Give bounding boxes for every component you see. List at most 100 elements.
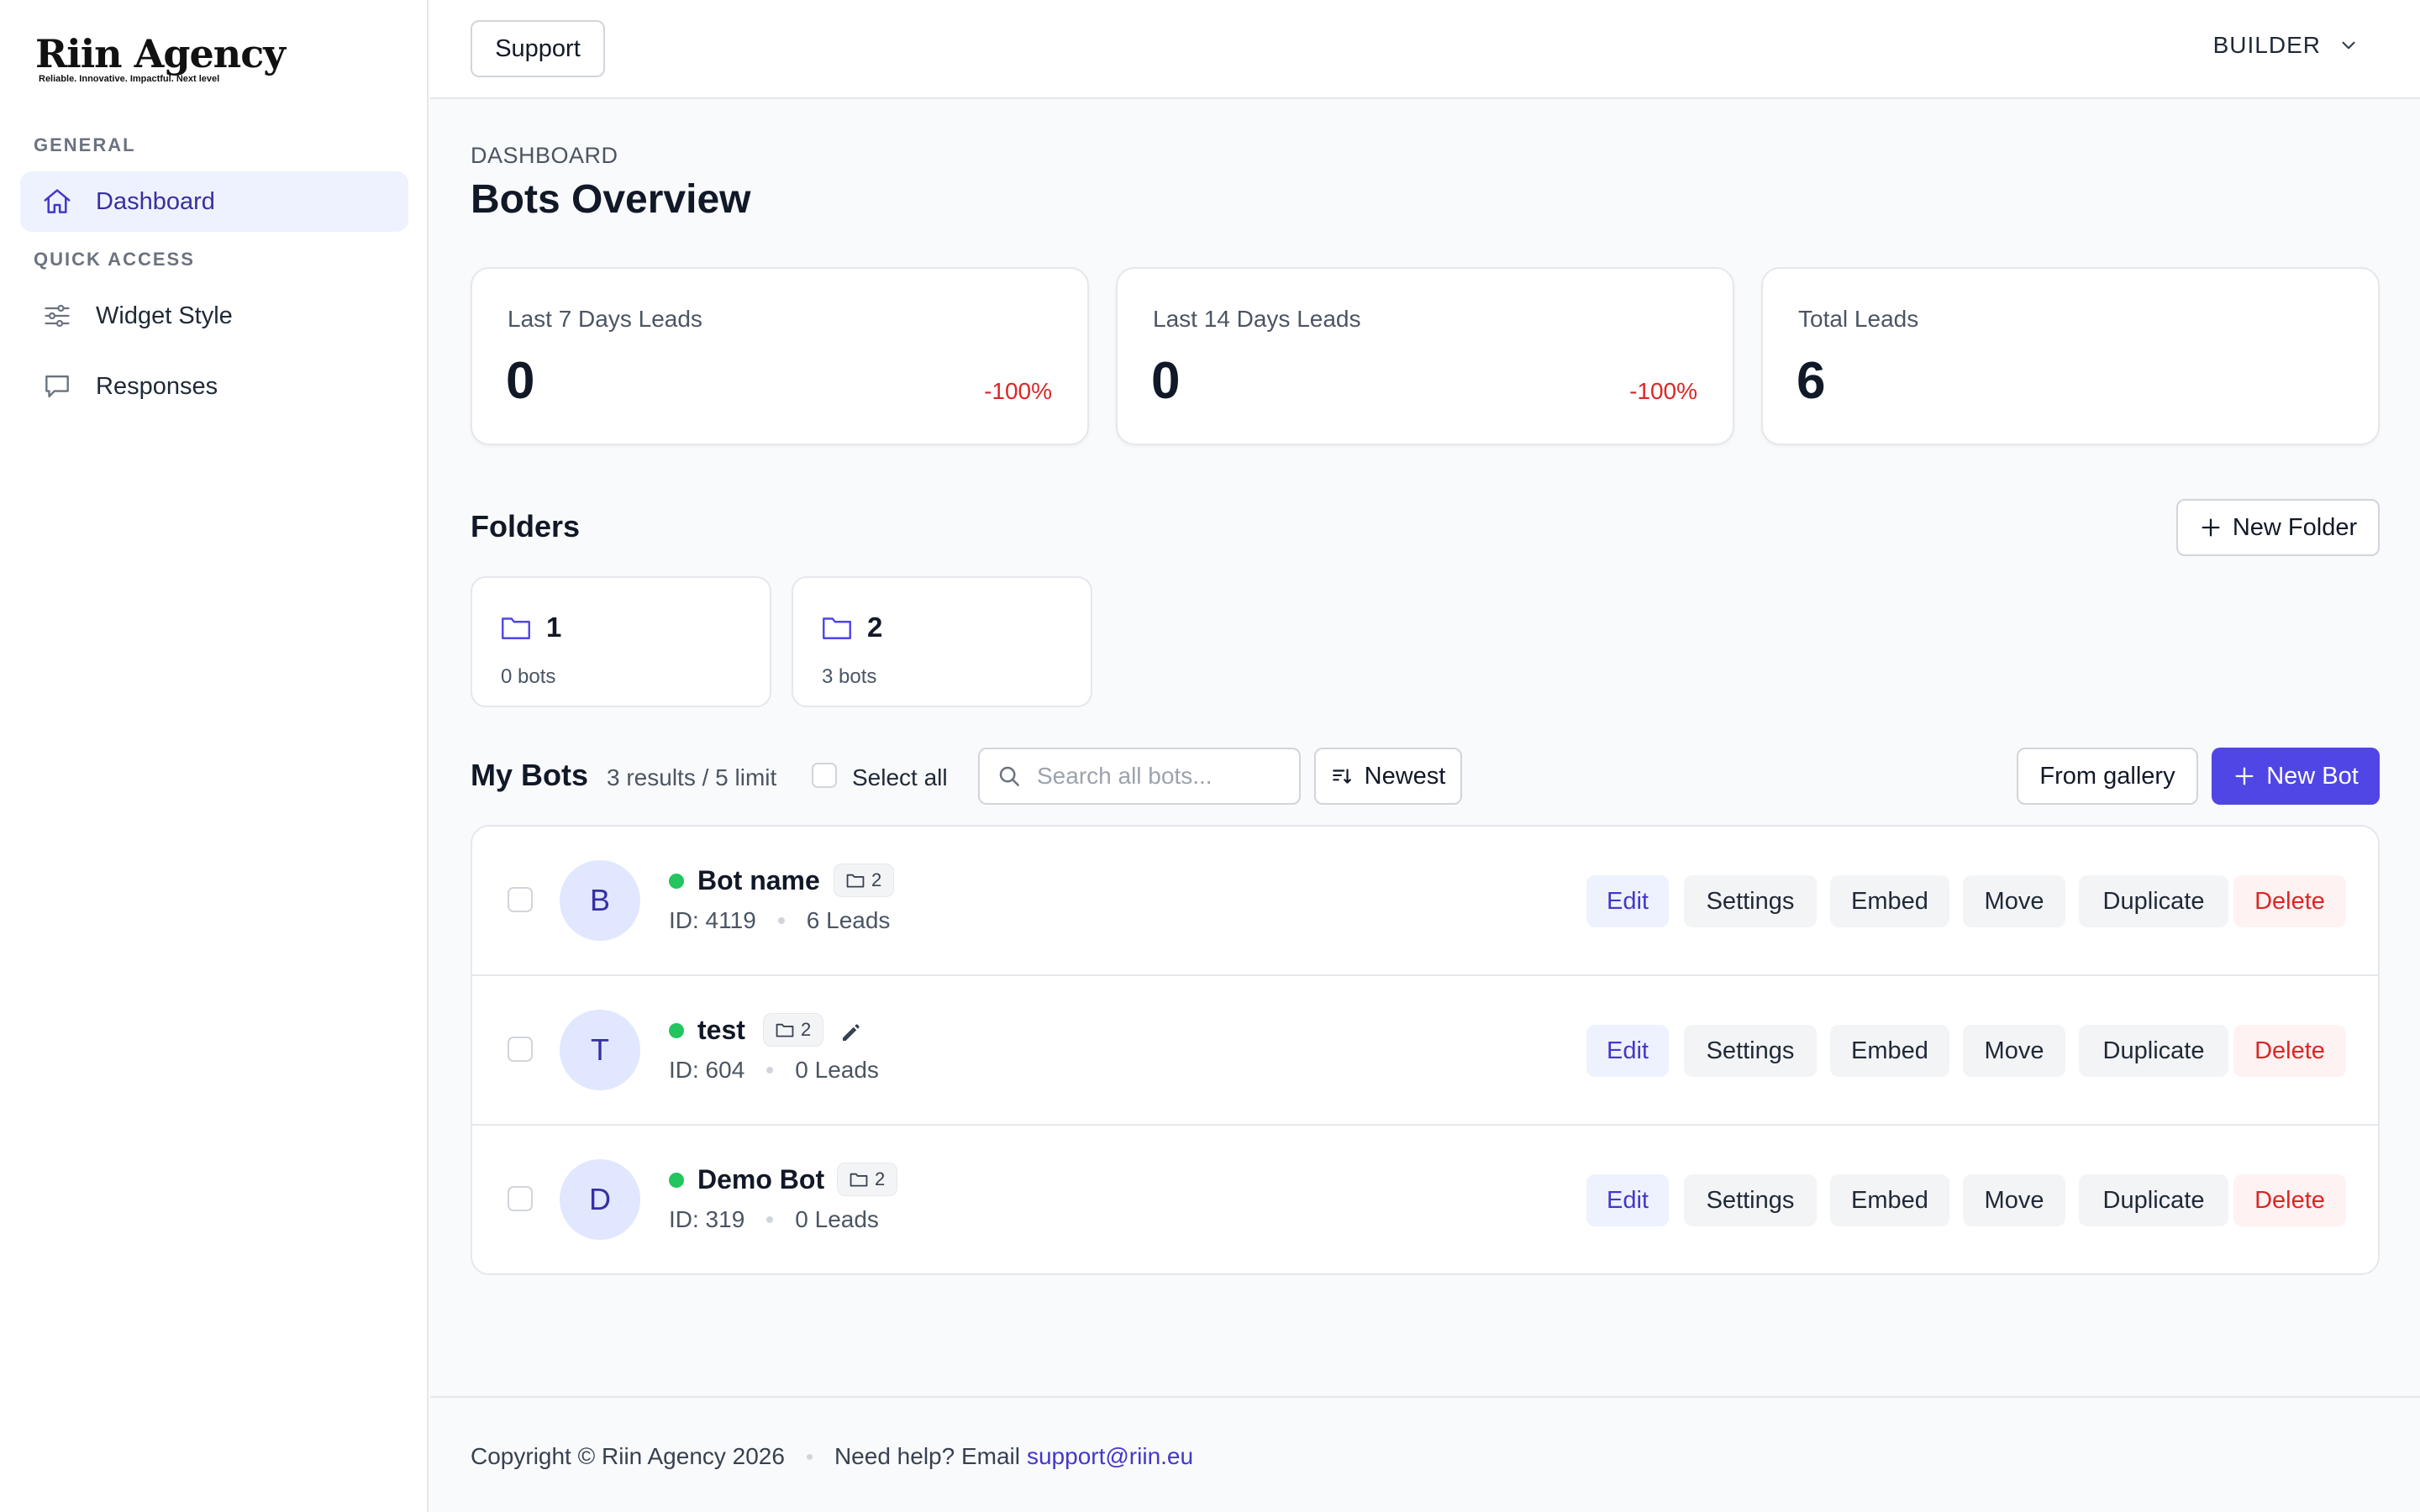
bot-row: D Demo Bot 2 ID: 319 0 Leads Edit Settin… [472,1126,2378,1273]
move-button[interactable]: Move [1963,1174,2065,1226]
stat-change: -100% [984,378,1052,404]
my-bots-title: My Bots [471,758,589,792]
bot-id: ID: 604 [669,1057,745,1083]
move-button[interactable]: Move [1963,875,2065,927]
chevron-down-icon [2321,34,2360,56]
bot-list: B Bot name 2 ID: 4119 6 Leads Edit Setti… [471,825,2380,1275]
sidebar-item-widget-style[interactable]: Widget Style [20,286,408,346]
sort-button[interactable]: Newest [1314,748,1462,805]
folder-icon [501,615,531,640]
edit-button[interactable]: Edit [1586,1025,1669,1077]
folder-icon [850,1172,875,1187]
duplicate-button[interactable]: Duplicate [2079,1174,2228,1226]
results-count: 3 results / 5 limit [607,764,777,790]
stat-label: Last 14 Days Leads [1153,306,1361,332]
plus-icon [2233,764,2256,788]
new-bot-button[interactable]: New Bot [2212,748,2380,805]
bot-name: test [697,1015,745,1045]
support-button[interactable]: Support [471,20,605,77]
sidebar-item-dashboard[interactable]: Dashboard [20,171,408,232]
bot-row: B Bot name 2 ID: 4119 6 Leads Edit Setti… [472,827,2378,976]
duplicate-button[interactable]: Duplicate [2079,1025,2228,1077]
sidebar-item-label: Responses [96,372,218,400]
delete-button[interactable]: Delete [2233,1174,2346,1226]
separator-dot [777,917,785,924]
stat-card-last-7-days: Last 7 Days Leads 0 -100% [471,267,1089,445]
bot-row: T test 2 ID: 604 0 Leads Edit Settings E… [472,976,2378,1126]
bot-meta: ID: 4119 6 Leads [669,907,890,934]
folder-badge-label: 2 [871,869,882,890]
search-input[interactable] [1037,763,1289,790]
stat-change: -100% [1629,378,1697,404]
chat-bubble-icon [40,370,74,403]
new-folder-label: New Folder [2232,513,2358,541]
search-icon [997,764,1022,789]
sidebar-item-label: Widget Style [96,302,233,329]
folder-badge: 2 [763,1013,824,1047]
folder-card[interactable]: 2 3 bots [792,576,1092,707]
sidebar-section-general: GENERAL [34,134,136,155]
support-email-link[interactable]: support@riin.eu [1027,1443,1193,1470]
folder-icon [822,615,852,640]
edit-button[interactable]: Edit [1586,875,1669,927]
bot-name: Demo Bot [697,1164,825,1194]
pencil-icon[interactable] [839,1020,864,1045]
sidebar: Riin Agency Reliable. Innovative. Impact… [0,0,429,1512]
folder-name: 2 [867,612,883,643]
duplicate-button[interactable]: Duplicate [2079,875,2228,927]
from-gallery-button[interactable]: From gallery [2017,748,2198,805]
embed-button[interactable]: Embed [1830,875,1949,927]
stat-card-last-14-days: Last 14 Days Leads 0 -100% [1116,267,1734,445]
bot-name: Bot name [697,865,820,895]
help-text: Need help? Email [834,1443,1020,1469]
sidebar-item-label: Dashboard [96,187,215,215]
row-checkbox[interactable] [508,887,533,912]
bot-avatar: D [560,1159,640,1240]
search-box[interactable] [978,748,1301,805]
select-all-label: Select all [852,764,948,790]
bot-avatar: T [560,1010,640,1090]
settings-button[interactable]: Settings [1684,1174,1817,1226]
settings-button[interactable]: Settings [1684,1025,1817,1077]
sliders-icon [40,299,74,333]
bot-leads: 6 Leads [806,907,891,933]
folder-card[interactable]: 1 0 bots [471,576,771,707]
folder-icon [846,873,871,888]
folder-badge: 2 [837,1163,898,1196]
folder-badge-label: 2 [875,1168,886,1189]
stat-label: Last 7 Days Leads [508,306,702,332]
embed-button[interactable]: Embed [1830,1174,1949,1226]
row-checkbox[interactable] [508,1186,533,1211]
status-online-dot [669,1173,684,1188]
folder-count: 3 bots [822,665,877,688]
bot-avatar: B [560,860,640,941]
move-button[interactable]: Move [1963,1025,2065,1077]
folder-name: 1 [546,612,562,643]
delete-button[interactable]: Delete [2233,875,2346,927]
stat-value: 0 [1151,352,1181,410]
bot-id: ID: 4119 [669,907,756,933]
sort-icon [1331,765,1353,787]
bot-meta: ID: 319 0 Leads [669,1206,879,1233]
status-online-dot [669,874,684,889]
footer-text: Copyright © Riin Agency 2026 Need help? … [471,1443,1193,1470]
stat-value: 0 [506,352,535,410]
role-label: BUILDER [2212,32,2321,58]
brand-logo[interactable]: Riin Agency Reliable. Innovative. Impact… [35,30,286,84]
folder-badge-label: 2 [801,1019,812,1040]
embed-button[interactable]: Embed [1830,1025,1949,1077]
bot-leads: 0 Leads [795,1206,879,1232]
edit-button[interactable]: Edit [1586,1174,1669,1226]
row-checkbox[interactable] [508,1037,533,1062]
separator-dot [806,1453,813,1460]
settings-button[interactable]: Settings [1684,875,1817,927]
sidebar-item-responses[interactable]: Responses [20,356,408,417]
plus-icon [2199,516,2223,539]
new-folder-button[interactable]: New Folder [2176,499,2380,556]
stat-value: 6 [1797,352,1826,410]
select-all-checkbox[interactable] [812,763,837,788]
delete-button[interactable]: Delete [2233,1025,2346,1077]
footer: Copyright © Riin Agency 2026 Need help? … [430,1396,2420,1512]
bot-id: ID: 319 [669,1206,745,1232]
role-dropdown[interactable]: BUILDER [2213,32,2360,59]
